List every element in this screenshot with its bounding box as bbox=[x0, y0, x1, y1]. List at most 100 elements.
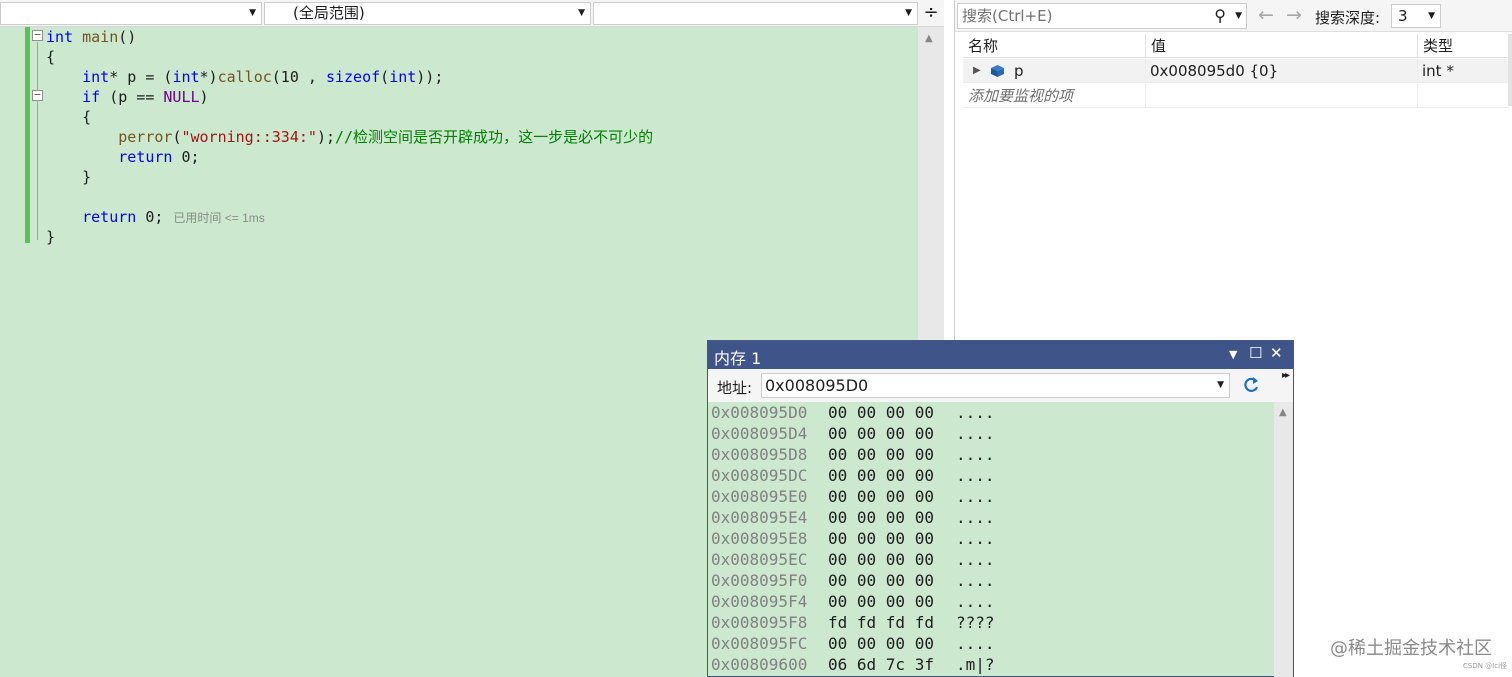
code-line[interactable]: { bbox=[46, 107, 91, 127]
scroll-up-arrow-icon[interactable]: ▲ bbox=[1279, 407, 1287, 418]
memory-rows[interactable]: 0x008095D0 00 00 00 00.... 0x008095D4 00 00… bbox=[708, 402, 1274, 677]
chevron-down-icon[interactable]: ▼ bbox=[1217, 374, 1224, 397]
member-dropdown[interactable]: ▼ bbox=[593, 2, 918, 25]
scope-dropdown-value: (全局范围) bbox=[293, 4, 365, 22]
memory-address: 0x008095E0 bbox=[711, 487, 808, 506]
code-line[interactable]: } bbox=[46, 167, 91, 187]
memory-bytes[interactable]: 00 00 00 00 bbox=[828, 570, 934, 591]
back-arrow-icon[interactable]: ← bbox=[1258, 4, 1274, 26]
project-dropdown[interactable]: ▼ bbox=[0, 2, 262, 25]
close-icon[interactable]: ✕ bbox=[1270, 344, 1283, 362]
add-watch-hint[interactable]: 添加要监视的项 bbox=[963, 84, 1146, 108]
code-token: return bbox=[82, 208, 137, 226]
memory-address: 0x008095EC bbox=[711, 550, 808, 569]
watch-header-row: 名称 值 类型 bbox=[963, 34, 1509, 58]
chevron-down-icon: ▼ bbox=[1428, 11, 1435, 21]
collapse-function-icon[interactable]: − bbox=[32, 29, 43, 41]
code-token: () bbox=[118, 28, 137, 46]
memory-bytes[interactable]: 00 00 00 00 bbox=[828, 423, 934, 444]
memory-ascii: .... bbox=[956, 424, 995, 443]
forward-arrow-icon[interactable]: → bbox=[1286, 4, 1302, 26]
memory-window: 内存 1 ▼ ☐ ✕ 地址: 0x008095D0 ▼ ▸▸ 0x008095D… bbox=[707, 340, 1294, 677]
memory-titlebar[interactable]: 内存 1 ▼ ☐ ✕ bbox=[708, 341, 1293, 369]
code-line[interactable]: { bbox=[46, 47, 55, 67]
code-token: calloc bbox=[217, 68, 272, 86]
column-header-type[interactable]: 类型 bbox=[1418, 34, 1509, 58]
code-token: ); bbox=[316, 128, 335, 146]
code-line[interactable]: perror("worning::334:");//检测空间是否开辟成功，这一步… bbox=[46, 127, 653, 147]
watermark-text: @稀土掘金技术社区 bbox=[1330, 638, 1492, 659]
watch-search-input[interactable]: 搜索(Ctrl+E) ⚲ ▼ bbox=[957, 3, 1247, 29]
memory-ascii: .... bbox=[956, 487, 995, 506]
memory-bytes[interactable]: 00 00 00 00 bbox=[828, 591, 934, 612]
memory-ascii: .... bbox=[956, 466, 995, 485]
memory-bytes[interactable]: 00 00 00 00 bbox=[828, 507, 934, 528]
memory-address: 0x008095E4 bbox=[711, 508, 808, 527]
search-depth-dropdown[interactable]: 3 ▼ bbox=[1391, 4, 1441, 28]
code-token: (p == bbox=[100, 88, 164, 106]
code-token: int bbox=[82, 68, 110, 86]
memory-bytes[interactable]: 00 00 00 00 bbox=[828, 444, 934, 465]
memory-bytes[interactable]: 00 00 00 00 bbox=[828, 486, 934, 507]
code-token: } bbox=[46, 168, 92, 186]
column-header-name[interactable]: 名称 bbox=[963, 34, 1146, 58]
split-editor-icon[interactable]: ÷ bbox=[920, 2, 942, 25]
watch-row[interactable]: ▶ p 0x008095d0 {0} int * bbox=[963, 59, 1509, 83]
address-input[interactable]: 0x008095D0 ▼ bbox=[761, 373, 1230, 398]
code-line[interactable]: return 0; 已用时间 <= 1ms bbox=[46, 207, 265, 227]
memory-bytes[interactable]: fd fd fd fd bbox=[828, 612, 934, 633]
memory-bytes[interactable]: 06 6d 7c 3f bbox=[828, 654, 934, 675]
chevron-down-icon: ▼ bbox=[249, 8, 256, 18]
scroll-up-arrow-icon[interactable]: ▲ bbox=[925, 33, 933, 44]
memory-ascii: .... bbox=[956, 571, 995, 590]
window-menu-chevron-icon[interactable]: ▼ bbox=[1229, 348, 1237, 361]
memory-ascii: .... bbox=[956, 550, 995, 569]
memory-address: 0x008095FC bbox=[711, 634, 808, 653]
watch-scrollbar[interactable] bbox=[1508, 34, 1512, 106]
memory-ascii: .... bbox=[956, 592, 995, 611]
search-icon[interactable]: ⚲ bbox=[1214, 4, 1226, 28]
code-line[interactable]: int main() bbox=[46, 27, 136, 47]
watch-cell-type-empty bbox=[1418, 84, 1509, 108]
memory-toolbar: 地址: 0x008095D0 ▼ ▸▸ bbox=[708, 369, 1293, 402]
memory-bytes[interactable]: 00 00 00 00 bbox=[828, 402, 934, 423]
expand-arrow-icon[interactable]: ▶ bbox=[973, 59, 981, 83]
code-token: )); bbox=[416, 68, 444, 86]
memory-address: 0x00809600 bbox=[711, 655, 808, 674]
memory-address: 0x008095D4 bbox=[711, 424, 808, 443]
memory-ascii: .m|? bbox=[956, 655, 995, 674]
variable-cube-icon bbox=[991, 65, 1004, 77]
scope-dropdown[interactable]: (全局范围) ▼ bbox=[264, 2, 591, 25]
memory-address: 0x008095F0 bbox=[711, 571, 808, 590]
memory-vertical-scrollbar[interactable]: ▲ bbox=[1274, 402, 1293, 677]
code-line[interactable]: if (p == NULL) bbox=[46, 87, 208, 107]
code-token: perror bbox=[118, 128, 173, 146]
watch-cell-value-empty bbox=[1146, 84, 1418, 108]
refresh-icon[interactable] bbox=[1241, 373, 1261, 397]
chevron-down-icon[interactable]: ▼ bbox=[1235, 4, 1242, 28]
code-token: 0; bbox=[136, 208, 164, 226]
perf-tip[interactable]: 已用时间 <= 1ms bbox=[173, 211, 264, 225]
search-depth-value: 3 bbox=[1398, 7, 1408, 25]
code-token: { bbox=[46, 48, 56, 66]
memory-ascii: ???? bbox=[956, 613, 995, 632]
memory-bytes[interactable]: 00 00 00 00 bbox=[828, 549, 934, 570]
watch-cell-value[interactable]: 0x008095d0 {0} bbox=[1146, 59, 1418, 83]
memory-address: 0x008095DC bbox=[711, 466, 808, 485]
memory-bytes[interactable]: 00 00 00 00 bbox=[828, 465, 934, 486]
collapse-if-icon[interactable]: − bbox=[32, 89, 43, 101]
memory-bytes[interactable]: 00 00 00 00 bbox=[828, 528, 934, 549]
memory-bytes[interactable]: 00 00 00 00 bbox=[828, 633, 934, 654]
add-watch-row[interactable]: 添加要监视的项 bbox=[963, 84, 1509, 108]
code-line[interactable]: } bbox=[46, 227, 55, 247]
toolbar-overflow-icon[interactable]: ▸▸ bbox=[1282, 370, 1290, 381]
column-header-value[interactable]: 值 bbox=[1146, 34, 1418, 58]
watch-cell-name: ▶ p bbox=[963, 59, 1146, 83]
maximize-icon[interactable]: ☐ bbox=[1249, 344, 1262, 362]
code-line[interactable]: return 0; bbox=[46, 147, 199, 167]
code-token: int bbox=[389, 68, 417, 86]
code-line[interactable]: int* p = (int*)calloc(10 , sizeof(int)); bbox=[46, 67, 443, 87]
